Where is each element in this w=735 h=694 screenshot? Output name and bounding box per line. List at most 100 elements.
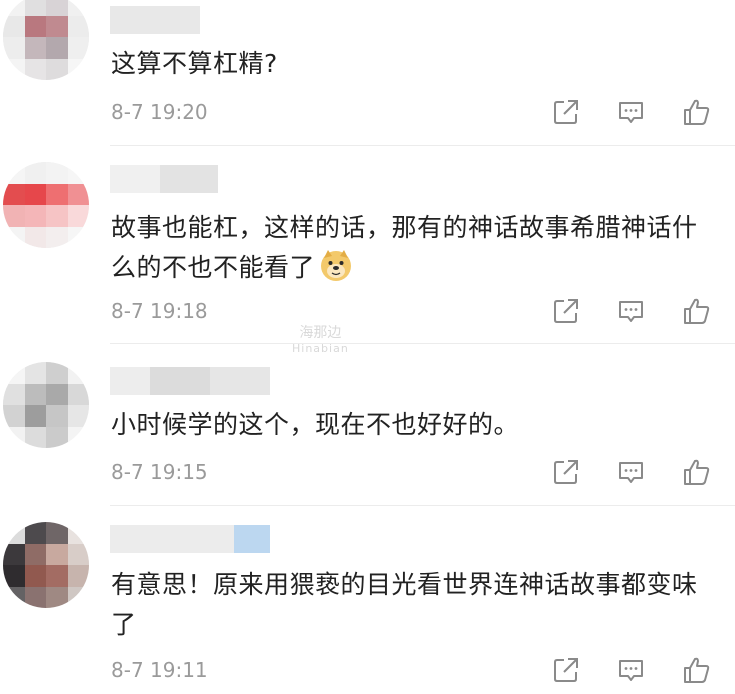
comment-icon[interactable]: [616, 97, 646, 127]
avatar[interactable]: [3, 0, 89, 80]
share-icon[interactable]: [551, 655, 581, 685]
comment-meta: 8-7 19:18: [111, 296, 715, 328]
share-icon[interactable]: [551, 457, 581, 487]
avatar-pixel: [67, 565, 89, 587]
avatar-pixel: [24, 226, 46, 248]
comment-text: 故事也能杠，这样的话，那有的神话故事希腊神话什么的不也不能看了: [111, 208, 715, 288]
avatar-pixel: [3, 183, 25, 205]
avatar-pixel: [24, 565, 46, 587]
comment-text: 有意思！原来用猥亵的目光看世界连神话故事都变味了: [111, 570, 698, 639]
doge-emoji-icon: [321, 250, 352, 281]
comment-actions: [551, 296, 711, 326]
avatar-pixel: [3, 565, 25, 587]
avatar-pixel: [24, 15, 46, 37]
avatar-pixel: [46, 543, 68, 565]
comment-time: 8-7 19:20: [111, 100, 208, 124]
avatar-pixel: [46, 383, 68, 405]
share-icon[interactable]: [551, 97, 581, 127]
comment-meta: 8-7 19:20: [111, 97, 715, 129]
avatar-pixel: [24, 383, 46, 405]
avatar-pixel: [67, 205, 89, 227]
avatar-pixel: [3, 362, 25, 384]
avatar-pixel: [46, 405, 68, 427]
comment-actions: [551, 97, 711, 127]
comment-icon[interactable]: [616, 457, 646, 487]
avatar-pixel: [3, 205, 25, 227]
avatar-pixel: [67, 0, 89, 16]
avatar-pixel: [67, 15, 89, 37]
avatar-pixel: [24, 183, 46, 205]
avatar[interactable]: [3, 162, 89, 248]
comment-icon[interactable]: [616, 655, 646, 685]
avatar-pixel: [67, 383, 89, 405]
avatar-pixel: [3, 15, 25, 37]
avatar-pixel: [67, 162, 89, 184]
thumbs-up-icon[interactable]: [681, 457, 711, 487]
comment-text: 小时候学的这个，现在不也好好的。: [111, 410, 520, 439]
comment-meta: 8-7 19:11: [111, 655, 715, 687]
avatar-pixel: [24, 162, 46, 184]
watermark-brand: 海那边: [299, 325, 342, 341]
avatar-pixel: [67, 37, 89, 59]
avatar-pixel: [46, 205, 68, 227]
comment-text: 这算不算杠精?: [111, 49, 278, 78]
avatar-pixel: [46, 586, 68, 608]
username-blurred[interactable]: [110, 525, 270, 553]
username-blurred[interactable]: [110, 165, 218, 193]
share-icon[interactable]: [551, 296, 581, 326]
avatar-pixel: [3, 226, 25, 248]
thumbs-up-icon[interactable]: [681, 97, 711, 127]
avatar-pixel: [24, 58, 46, 80]
avatar-pixel: [3, 383, 25, 405]
username-blurred[interactable]: [110, 6, 200, 34]
avatar-pixel: [3, 405, 25, 427]
divider: [110, 505, 735, 506]
avatar-pixel: [24, 205, 46, 227]
thumbs-up-icon[interactable]: [681, 296, 711, 326]
watermark-sub: Hinabian: [292, 342, 349, 355]
avatar-pixel: [24, 405, 46, 427]
watermark: 海那边 Hinabian: [292, 326, 349, 356]
avatar-pixel: [46, 162, 68, 184]
comment-icon[interactable]: [616, 296, 646, 326]
avatar-pixel: [46, 362, 68, 384]
avatar-pixel: [46, 226, 68, 248]
avatar-pixel: [24, 426, 46, 448]
comment-text-content: 故事也能杠，这样的话，那有的神话故事希腊神话什么的不也不能看了: [111, 213, 698, 282]
avatar-pixel: [24, 37, 46, 59]
avatar-pixel: [24, 362, 46, 384]
avatar-pixel: [3, 162, 25, 184]
avatar[interactable]: [3, 522, 89, 608]
avatar-pixel: [67, 183, 89, 205]
divider: [110, 343, 735, 344]
thumbs-up-icon[interactable]: [681, 655, 711, 685]
avatar-pixel: [24, 0, 46, 16]
avatar-pixel: [67, 522, 89, 544]
avatar-pixel: [46, 183, 68, 205]
avatar-pixel: [24, 543, 46, 565]
avatar[interactable]: [3, 362, 89, 448]
avatar-pixel: [46, 58, 68, 80]
avatar-pixel: [67, 226, 89, 248]
avatar-pixel: [46, 522, 68, 544]
divider: [110, 145, 735, 146]
avatar-pixel: [46, 37, 68, 59]
avatar-pixel: [67, 586, 89, 608]
avatar-pixel: [67, 405, 89, 427]
avatar-pixel: [67, 543, 89, 565]
avatar-pixel: [46, 426, 68, 448]
avatar-pixel: [46, 15, 68, 37]
comment-time: 8-7 19:18: [111, 299, 208, 323]
avatar-pixel: [3, 522, 25, 544]
avatar-pixel: [24, 522, 46, 544]
avatar-pixel: [3, 426, 25, 448]
username-blurred[interactable]: [110, 367, 270, 395]
avatar-pixel: [3, 586, 25, 608]
avatar-pixel: [67, 58, 89, 80]
comment-time: 8-7 19:11: [111, 658, 208, 682]
avatar-pixel: [24, 586, 46, 608]
comment-actions: [551, 457, 711, 487]
avatar-pixel: [3, 37, 25, 59]
comment-time: 8-7 19:15: [111, 460, 208, 484]
avatar-pixel: [3, 543, 25, 565]
